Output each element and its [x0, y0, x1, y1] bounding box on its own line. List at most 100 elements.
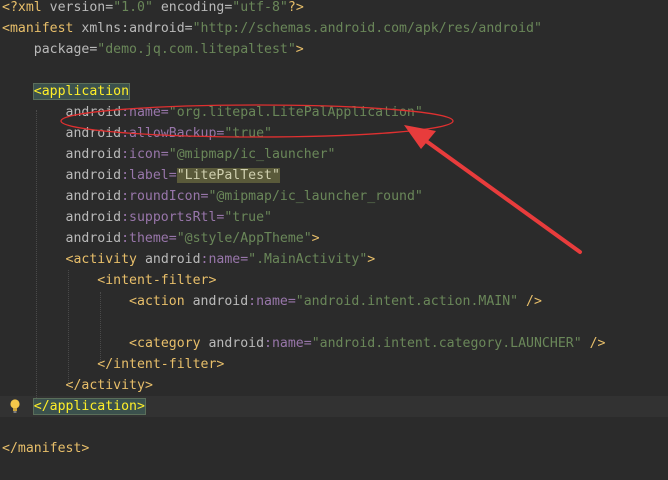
code-token: "demo.jq.com.litepaltest": [97, 42, 296, 57]
code-line[interactable]: <activity android:name=".MainActivity">: [0, 249, 668, 270]
code-token: />: [518, 294, 542, 309]
code-line[interactable]: <?xml version="1.0" encoding="utf-8"?>: [0, 0, 668, 18]
code-token: "true": [224, 210, 272, 225]
code-line[interactable]: package="demo.jq.com.litepaltest">: [0, 39, 668, 60]
code-token: "org.litepal.LitePalApplication": [168, 105, 423, 120]
code-text: </application>: [2, 396, 146, 417]
code-token: activity: [81, 378, 145, 393]
code-token: action: [137, 294, 193, 309]
code-text: <action android:name="android.intent.act…: [2, 291, 542, 312]
code-text: </manifest>: [2, 438, 89, 459]
code-line[interactable]: android:label="LitePalTest": [0, 165, 668, 186]
code-token: package=: [33, 42, 98, 57]
code-token: >: [144, 378, 153, 393]
code-token: >: [216, 357, 225, 372]
code-token: :roundIcon=: [121, 189, 209, 204]
code-token: "true": [224, 126, 272, 141]
code-token: >: [311, 231, 320, 246]
code-line[interactable]: android:icon="@mipmap/ic_launcher": [0, 144, 668, 165]
code-text: package="demo.jq.com.litepaltest">: [2, 39, 304, 60]
code-token: version=: [49, 0, 114, 15]
code-line[interactable]: android:allowBackup="true": [0, 123, 668, 144]
code-text: <activity android:name=".MainActivity">: [2, 249, 376, 270]
code-token: android: [192, 294, 249, 309]
code-token: intent-filter: [113, 357, 217, 372]
code-token: :name=: [248, 294, 296, 309]
code-line[interactable]: [0, 60, 668, 81]
code-token: xml: [17, 0, 50, 15]
code-token: manifest: [9, 21, 82, 36]
code-token: "@mipmap/ic_launcher_round": [208, 189, 423, 204]
code-line[interactable]: android:theme="@style/AppTheme">: [0, 228, 668, 249]
code-token: ".MainActivity": [248, 252, 368, 267]
code-line[interactable]: </application>: [0, 396, 668, 417]
code-line[interactable]: <manifest xmlns:android="http://schemas.…: [0, 18, 668, 39]
lightbulb-icon[interactable]: [9, 398, 21, 414]
code-token: :label=: [121, 168, 177, 183]
code-token: <?: [2, 0, 18, 15]
code-token: :name=: [264, 336, 312, 351]
code-token: :name=: [200, 252, 249, 267]
code-token: >: [295, 42, 304, 57]
indent-guide: [36, 110, 37, 400]
indent-guide: [68, 270, 69, 385]
code-text: android:label="LitePalTest": [2, 165, 280, 186]
code-text: android:supportsRtl="true": [2, 207, 272, 228]
code-token: android: [65, 147, 122, 162]
code-line[interactable]: android:supportsRtl="true": [0, 207, 668, 228]
code-token: activity: [73, 252, 145, 267]
code-token: >: [81, 441, 90, 456]
code-token: />: [581, 336, 606, 351]
code-text: <?xml version="1.0" encoding="utf-8"?>: [2, 0, 304, 18]
code-token: android: [65, 231, 122, 246]
code-token: android: [208, 336, 265, 351]
code-token: </application>: [32, 398, 146, 415]
code-text: android:roundIcon="@mipmap/ic_launcher_r…: [2, 186, 423, 207]
code-line[interactable]: </activity>: [0, 375, 668, 396]
code-editor[interactable]: <?xml version="1.0" encoding="utf-8"?> <m…: [0, 0, 668, 480]
code-token: "android.intent.category.LAUNCHER": [311, 336, 582, 351]
code-text: <application: [2, 81, 131, 102]
code-token: android: [144, 252, 201, 267]
code-token: category: [137, 336, 209, 351]
code-text: <intent-filter>: [2, 270, 216, 291]
code-text: android:theme="@style/AppTheme">: [2, 228, 320, 249]
code-text: <category android:name="android.intent.c…: [2, 333, 605, 354]
code-line[interactable]: <application: [0, 81, 668, 102]
code-text: <manifest xmlns:android="http://schemas.…: [2, 18, 542, 39]
code-token: :icon=: [121, 147, 169, 162]
code-token: "@style/AppTheme": [176, 231, 312, 246]
code-token: <: [2, 21, 10, 36]
code-token: "utf-8": [232, 0, 288, 15]
code-token: :allowBackup=: [121, 126, 225, 141]
code-token: ?>: [287, 0, 304, 15]
code-token: encoding=: [152, 0, 233, 15]
code-text: android:icon="@mipmap/ic_launcher": [2, 144, 336, 165]
code-line[interactable]: android:roundIcon="@mipmap/ic_launcher_r…: [0, 186, 668, 207]
code-token: <: [129, 294, 137, 309]
code-token: android: [65, 189, 122, 204]
code-line[interactable]: <intent-filter>: [0, 270, 668, 291]
code-token: >: [367, 252, 376, 267]
code-line[interactable]: android:name="org.litepal.LitePalApplica…: [0, 102, 668, 123]
code-token: intent-filter: [105, 273, 209, 288]
code-token: >: [208, 273, 217, 288]
code-token: :name=: [121, 105, 169, 120]
code-token: "@mipmap/ic_launcher": [168, 147, 336, 162]
code-token: android: [65, 105, 122, 120]
code-line[interactable]: </manifest>: [0, 438, 668, 459]
code-line[interactable]: [0, 417, 668, 438]
code-token: <application: [32, 83, 131, 100]
